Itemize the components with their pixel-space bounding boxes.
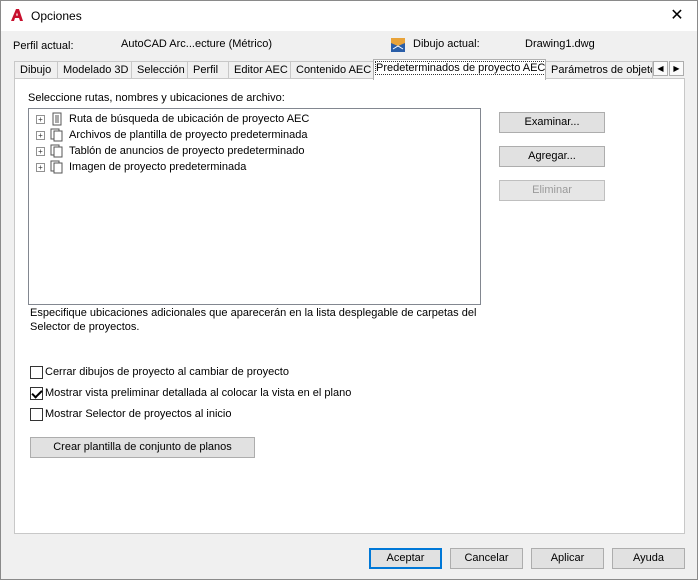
tab-seleccion[interactable]: Selección — [131, 61, 188, 79]
tree-item[interactable]: + Archivos de plantilla de proyecto pred… — [36, 127, 307, 143]
expand-icon[interactable]: + — [36, 162, 45, 172]
files-icon — [50, 160, 63, 174]
tab-modelado-3d[interactable]: Modelado 3D — [57, 61, 132, 79]
checkbox-label: Mostrar Selector de proyectos al inicio — [45, 408, 232, 420]
close-project-drawings-option[interactable]: Cerrar dibujos de proyecto al cambiar de… — [30, 364, 289, 380]
tree-item-label: Archivos de plantilla de proyecto predet… — [69, 129, 308, 141]
profile-label: Perfil actual: — [13, 40, 74, 52]
tab-contenido-aec[interactable]: Contenido AEC — [290, 61, 374, 79]
detailed-preview-option[interactable]: Mostrar vista preliminar detallada al co… — [30, 385, 351, 401]
search-path-icon — [52, 112, 62, 126]
checkbox-label: Mostrar vista preliminar detallada al co… — [45, 387, 352, 399]
tree-item-label: Tablón de anuncios de proyecto predeterm… — [69, 145, 305, 157]
tree-item[interactable]: + Imagen de proyecto predeterminada — [36, 159, 246, 175]
tab-dibujo[interactable]: Dibujo — [14, 61, 58, 79]
tab-scroll-left-icon[interactable]: ◀ — [653, 61, 668, 76]
add-button[interactable]: Agregar... — [499, 146, 605, 167]
checkbox[interactable] — [30, 386, 43, 400]
files-icon — [50, 128, 63, 142]
expand-icon[interactable]: + — [36, 114, 45, 124]
remove-button[interactable]: Eliminar — [499, 180, 605, 201]
checkbox-label: Cerrar dibujos de proyecto al cambiar de… — [45, 366, 289, 378]
profile-value: AutoCAD Arc...ecture (Métrico) — [121, 38, 272, 50]
window-title: Opciones — [31, 9, 82, 23]
drawing-value: Drawing1.dwg — [525, 38, 595, 50]
tree-item[interactable]: + Tablón de anuncios de proyecto predete… — [36, 143, 304, 159]
tab-scroll-right-icon[interactable]: ▶ — [669, 61, 684, 76]
ok-button[interactable]: Aceptar — [369, 548, 442, 569]
show-project-browser-option[interactable]: Mostrar Selector de proyectos al inicio — [30, 406, 231, 422]
help-button[interactable]: Ayuda — [612, 548, 685, 569]
tab-predeterminados-proyecto-aec[interactable]: Predeterminados de proyecto AEC — [373, 59, 546, 80]
create-sheet-set-template-button[interactable]: Crear plantilla de conjunto de planos — [30, 437, 255, 458]
cancel-button[interactable]: Cancelar — [450, 548, 523, 569]
files-icon — [50, 144, 63, 158]
checkbox[interactable] — [30, 365, 43, 379]
checkbox[interactable] — [30, 407, 43, 421]
tab-parametros-objeto[interactable]: Parámetros de objeto — [545, 61, 653, 79]
tree-item-label: Ruta de búsqueda de ubicación de proyect… — [69, 113, 310, 125]
description-text: Especifique ubicaciones adicionales que … — [28, 304, 481, 354]
tab-strip: Dibujo Modelado 3D Selección Perfil Edit… — [14, 59, 684, 80]
expand-icon[interactable]: + — [36, 146, 45, 156]
file-locations-tree[interactable]: + Ruta de búsqueda de ubicación de proye… — [28, 108, 481, 305]
tab-editor-aec[interactable]: Editor AEC — [228, 61, 291, 79]
drawing-label: Dibujo actual: — [413, 38, 480, 50]
tree-item-label: Imagen de proyecto predeterminada — [69, 161, 247, 173]
close-icon[interactable]: ✕ — [665, 4, 689, 28]
tab-perfil[interactable]: Perfil — [187, 61, 229, 79]
title-bar: Opciones ✕ — [1, 1, 697, 31]
section-label: Seleccione rutas, nombres y ubicaciones … — [28, 92, 285, 104]
drawing-file-icon — [391, 38, 405, 52]
expand-icon[interactable]: + — [36, 130, 45, 140]
tree-item[interactable]: + Ruta de búsqueda de ubicación de proye… — [36, 111, 309, 127]
apply-button[interactable]: Aplicar — [531, 548, 604, 569]
browse-button[interactable]: Examinar... — [499, 112, 605, 133]
options-dialog: Opciones ✕ Perfil actual: AutoCAD Arc...… — [0, 0, 698, 580]
autocad-logo-icon — [11, 9, 23, 21]
